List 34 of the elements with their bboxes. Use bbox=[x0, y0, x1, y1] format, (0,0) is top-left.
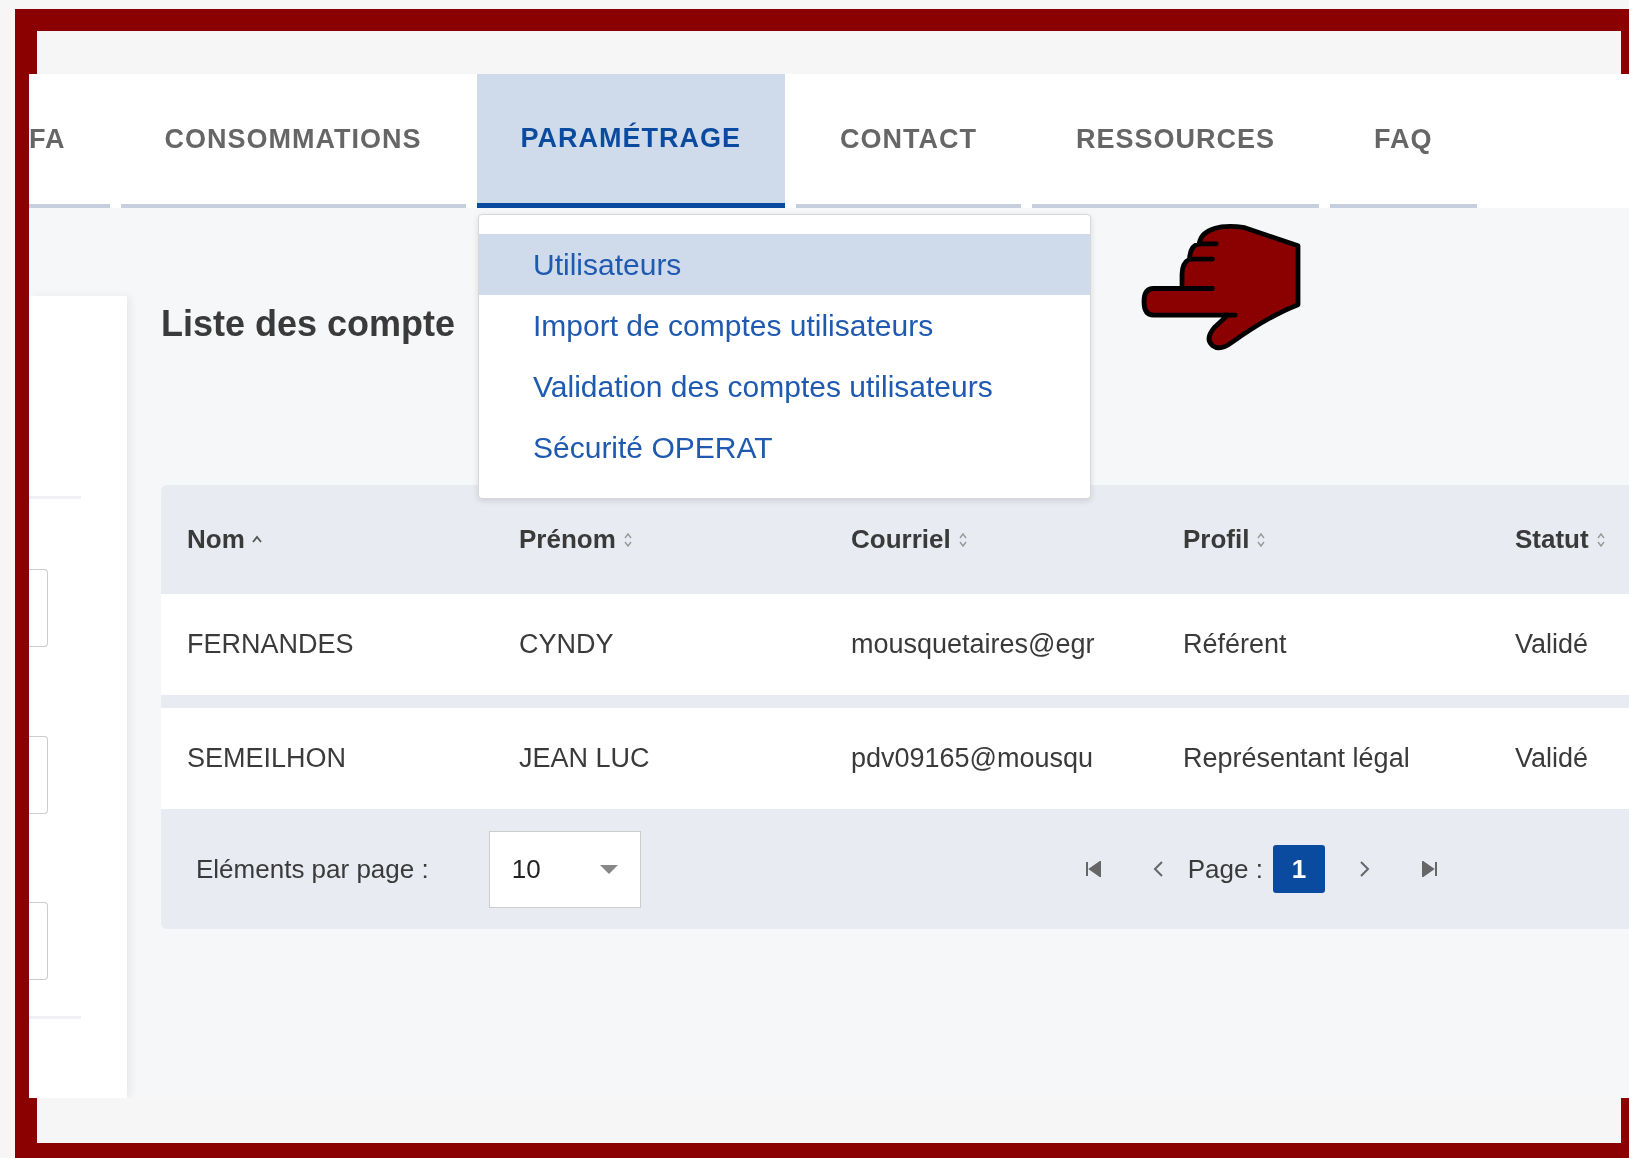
table-cell: mousquetaires@egr bbox=[851, 629, 1095, 659]
first-page-icon bbox=[1084, 861, 1103, 877]
input-field[interactable] bbox=[29, 569, 48, 647]
table-cell: pdv09165@mousqu bbox=[851, 743, 1094, 773]
pointing-hand-icon bbox=[1141, 224, 1301, 351]
menu-item[interactable]: Validation des comptes utilisateurs bbox=[479, 356, 1090, 417]
table-cell: Validé bbox=[1515, 743, 1589, 773]
current-page-button[interactable]: 1 bbox=[1272, 845, 1325, 893]
table-cell: Référent bbox=[1183, 629, 1287, 659]
table-cell: CYNDY bbox=[519, 629, 614, 659]
table-cell: JEAN LUC bbox=[519, 743, 650, 773]
per-page-select[interactable]: 10 bbox=[488, 830, 641, 908]
column-header[interactable]: Nom bbox=[187, 524, 245, 555]
chevron-left-icon bbox=[1152, 861, 1164, 877]
column-header[interactable]: Profil bbox=[1183, 524, 1250, 555]
page-title: Liste des compte bbox=[161, 303, 456, 345]
last-page-icon bbox=[1419, 861, 1438, 877]
dropdown-caret-icon bbox=[599, 864, 618, 874]
input-field[interactable] bbox=[29, 902, 48, 980]
table-cell: Validé bbox=[1515, 629, 1589, 659]
menu-item[interactable]: Utilisateurs bbox=[479, 234, 1090, 295]
table-cell: SEMEILHON bbox=[187, 743, 347, 773]
nav-tab[interactable]: PARAMÉTRAGE bbox=[476, 74, 786, 208]
table-cell: FERNANDES bbox=[187, 629, 354, 659]
chevron-right-icon bbox=[1358, 861, 1370, 877]
column-header[interactable]: Statut bbox=[1515, 524, 1589, 555]
column-header[interactable]: Courriel bbox=[851, 524, 951, 555]
menu-item[interactable]: Import de comptes utilisateurs bbox=[479, 295, 1090, 356]
column-header[interactable]: Prénom bbox=[519, 524, 616, 555]
table-cell: Représentant légal bbox=[1183, 743, 1410, 773]
input-field[interactable] bbox=[29, 736, 48, 814]
per-page-label: Eléments par page : bbox=[196, 853, 429, 885]
page-label: Page : bbox=[1187, 853, 1263, 885]
menu-item[interactable]: Sécurité OPERAT bbox=[479, 417, 1090, 478]
